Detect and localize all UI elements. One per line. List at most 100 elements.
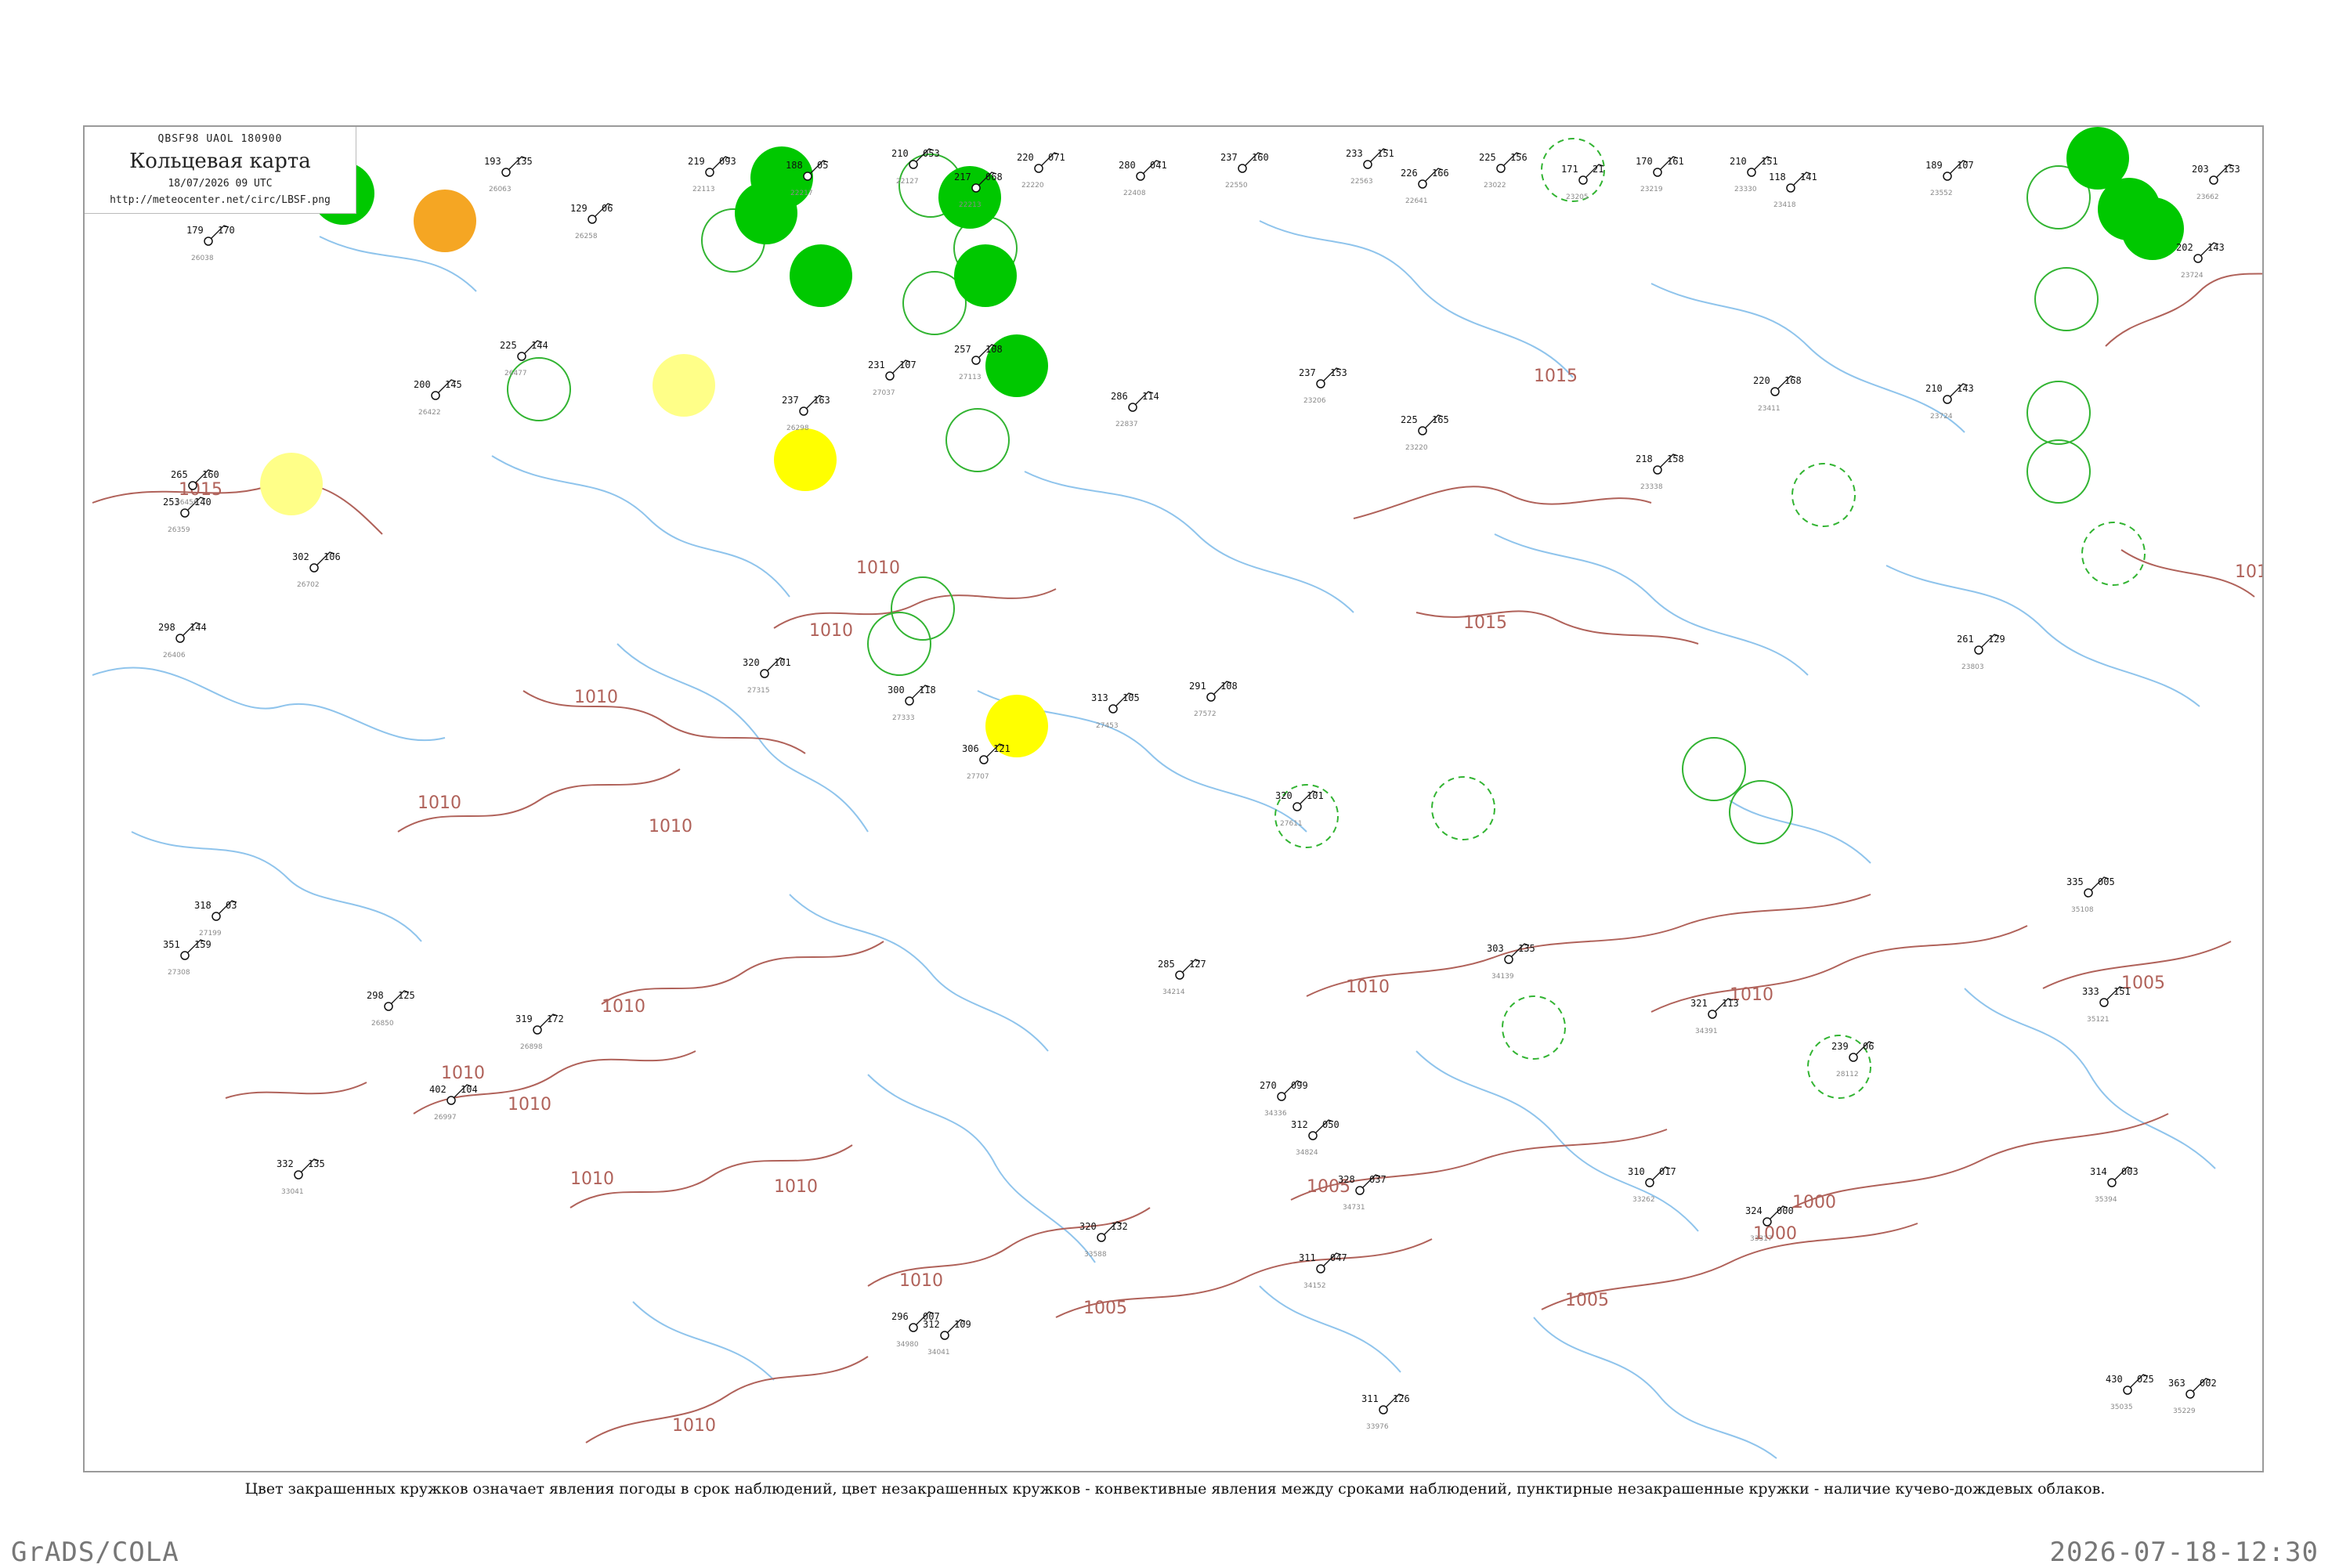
station-id: 34139: [1491, 973, 1514, 981]
station-model[interactable]: 179 170 26038: [186, 225, 235, 262]
station-id: 23662: [2196, 193, 2219, 201]
station-model[interactable]: 218 158 23338: [1636, 453, 1684, 491]
weather-phenomenon-marker[interactable]: [954, 244, 1017, 307]
station-model[interactable]: 321 113 34391: [1690, 998, 1739, 1035]
station-circle-icon: [2209, 175, 2218, 185]
station-model[interactable]: 335 005 35108: [2066, 876, 2115, 914]
station-id: 23205: [1566, 193, 1589, 201]
station-model[interactable]: 285 127 34214: [1158, 959, 1206, 996]
station-temp: 320: [1275, 790, 1292, 801]
weather-phenomenon-marker[interactable]: [414, 190, 476, 252]
convective-marker[interactable]: [2034, 267, 2099, 331]
station-model[interactable]: 171 21 23205: [1561, 164, 1603, 201]
station-model[interactable]: 291 108 27572: [1189, 681, 1238, 718]
station-model[interactable]: 320 101 27315: [743, 657, 791, 695]
station-model[interactable]: 225 165 23220: [1401, 414, 1449, 452]
station-temp: 320: [743, 657, 760, 668]
station-model[interactable]: 189 107 23552: [1925, 160, 1974, 197]
station-model[interactable]: 203 153 23662: [2192, 164, 2240, 201]
station-id: 26898: [520, 1043, 543, 1051]
cumulonimbus-marker[interactable]: [2081, 522, 2146, 586]
station-model[interactable]: 302 106 26702: [292, 551, 341, 589]
station-circle-icon: [971, 183, 981, 193]
station-model[interactable]: 296 00734980: [891, 1311, 940, 1349]
station-model[interactable]: 430 025 35035: [2106, 1374, 2154, 1411]
station-pressure: 107: [1957, 160, 1974, 171]
station-model[interactable]: 210 143 23724: [1925, 383, 1974, 421]
station-model[interactable]: 202 143 23724: [2176, 242, 2225, 280]
station-model[interactable]: 231 107 27037: [868, 359, 916, 397]
station-circle-icon: [533, 1025, 542, 1035]
station-model[interactable]: 306 121 27707: [962, 743, 1010, 781]
station-id: 23219: [1640, 186, 1663, 193]
station-id: 34824: [1296, 1149, 1318, 1157]
convective-marker[interactable]: [1682, 737, 1746, 801]
station-model[interactable]: 310 017 33262: [1628, 1166, 1676, 1204]
isobar-label: 1015: [1463, 613, 1507, 633]
station-model[interactable]: 286 114 22837: [1111, 391, 1159, 428]
station-id: 26258: [575, 233, 598, 240]
station-model[interactable]: 303 135 34139: [1487, 943, 1535, 981]
station-model[interactable]: 300 118 27333: [888, 685, 936, 722]
station-model[interactable]: 237 163 26298: [782, 395, 830, 432]
station-model[interactable]: 351 159 27308: [163, 939, 212, 977]
convective-marker[interactable]: [867, 612, 931, 676]
station-model[interactable]: 226 166 22641: [1401, 168, 1449, 205]
weather-phenomenon-marker[interactable]: [2121, 197, 2184, 260]
station-model[interactable]: 210 053 22127: [891, 148, 940, 186]
station-model[interactable]: 220 168 23411: [1753, 375, 1802, 413]
station-model[interactable]: 129 06 26258: [570, 203, 613, 240]
weather-phenomenon-marker[interactable]: [774, 428, 837, 491]
convective-marker[interactable]: [1729, 780, 1793, 844]
station-model[interactable]: 298 144 26406: [158, 622, 207, 659]
station-model[interactable]: 313 105 27453: [1091, 692, 1140, 730]
station-model[interactable]: 239 06 28112: [1831, 1041, 1874, 1078]
station-model[interactable]: 333 151 35121: [2082, 986, 2131, 1024]
station-model[interactable]: 319 172 26898: [515, 1013, 564, 1051]
convective-marker[interactable]: [507, 357, 571, 421]
station-model[interactable]: 225 156 23022: [1479, 152, 1528, 190]
station-model[interactable]: 363 002 35229: [2168, 1378, 2217, 1415]
cumulonimbus-marker[interactable]: [1431, 776, 1495, 840]
station-model[interactable]: 220 071 22220: [1017, 152, 1065, 190]
convective-marker[interactable]: [2026, 439, 2091, 504]
weather-phenomenon-marker[interactable]: [260, 453, 323, 515]
convective-marker[interactable]: [945, 408, 1010, 472]
station-circle-icon: [1747, 168, 1756, 177]
station-circle-icon: [799, 406, 808, 416]
station-model[interactable]: 233 151 22563: [1346, 148, 1394, 186]
convective-marker[interactable]: [891, 576, 955, 641]
station-model[interactable]: 237 160 22550: [1220, 152, 1269, 190]
weather-phenomenon-marker[interactable]: [790, 244, 852, 307]
station-model[interactable]: 219 093 22113: [688, 156, 736, 193]
station-circle-icon: [501, 168, 511, 177]
station-model[interactable]: 170 161 23219: [1636, 156, 1684, 193]
station-model[interactable]: 311 126 33976: [1361, 1393, 1410, 1431]
station-model[interactable]: 237 153 23206: [1299, 367, 1347, 405]
cumulonimbus-marker[interactable]: [1502, 995, 1566, 1060]
cumulonimbus-marker[interactable]: [1791, 463, 1856, 527]
station-model[interactable]: 298 125 26850: [367, 990, 415, 1028]
station-model[interactable]: 118 141 23418: [1769, 172, 1817, 209]
map-url[interactable]: http://meteocenter.net/circ/LBSF.png: [85, 194, 356, 206]
station-model[interactable]: 332 135 33041: [277, 1158, 325, 1196]
synoptic-map[interactable]: 1005101510151015101010101010101010101010…: [83, 125, 2264, 1472]
station-model[interactable]: 280 041 22408: [1119, 160, 1167, 197]
station-model[interactable]: 312 050 34824: [1291, 1119, 1340, 1157]
station-id: 33262: [1632, 1196, 1655, 1204]
weather-phenomenon-marker[interactable]: [653, 354, 715, 417]
station-pressure: 071: [1048, 152, 1065, 163]
station-model[interactable]: 320 132 33588: [1079, 1221, 1128, 1259]
station-model[interactable]: 318 03 27199: [194, 900, 237, 938]
station-model[interactable]: 261 129 23803: [1957, 634, 2005, 671]
station-model[interactable]: 311 047 34152: [1299, 1252, 1347, 1290]
station-temp: 303: [1487, 943, 1504, 954]
station-model[interactable]: 312 109 34041: [923, 1319, 971, 1357]
station-model[interactable]: 200 145 26422: [414, 379, 462, 417]
station-model[interactable]: 270 099 34336: [1260, 1080, 1308, 1118]
station-model[interactable]: 314 003 35394: [2090, 1166, 2138, 1204]
station-model[interactable]: 193 135 26063: [484, 156, 533, 193]
station-model[interactable]: 320 101 27611: [1275, 790, 1324, 828]
convective-marker[interactable]: [2026, 381, 2091, 445]
station-id: 34980: [896, 1341, 919, 1349]
